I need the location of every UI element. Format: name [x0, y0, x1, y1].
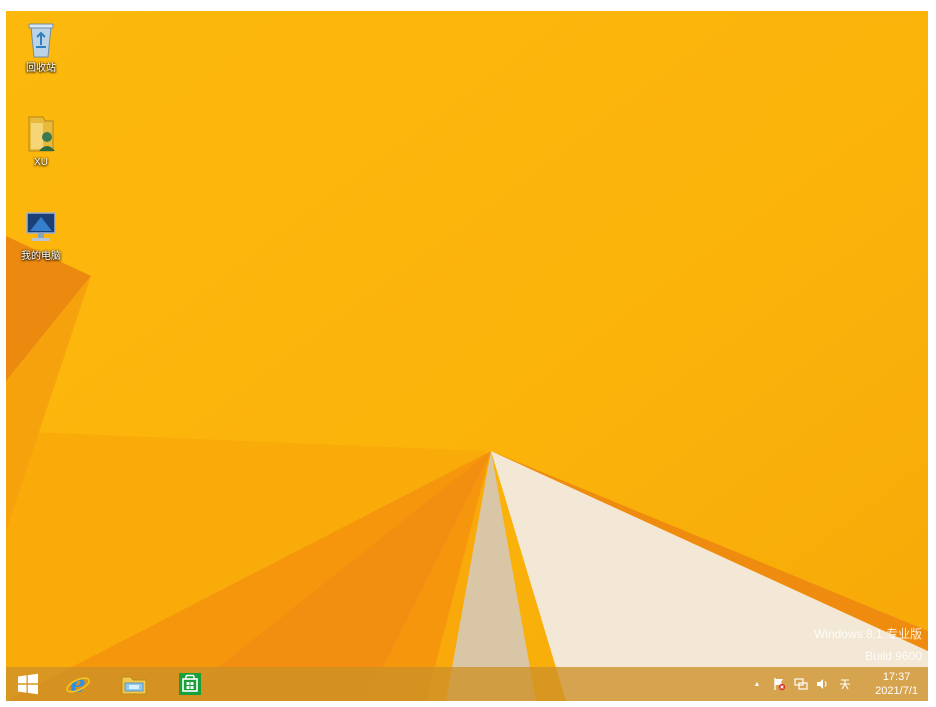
network-icon[interactable] [793, 676, 809, 692]
store-button[interactable] [172, 669, 208, 699]
desktop-icon-label: XU [34, 157, 48, 168]
windows-start-icon [18, 673, 38, 695]
svg-text:e: e [70, 671, 85, 697]
user-folder-icon [28, 116, 55, 152]
desktop-screen: 回收站 XU 我的电脑 Windows 8.1 专业版 Build 9600 e… [6, 11, 928, 701]
desktop-icon-label: 回收站 [26, 63, 56, 74]
os-version-watermark: Windows 8.1 专业版 [813, 627, 922, 641]
taskbar: e ▲ 17:37 2021/7/1 [6, 667, 928, 701]
desktop-icon-user-folder[interactable]: XU [8, 113, 74, 169]
computer-icon [26, 212, 56, 241]
wallpaper [6, 11, 928, 701]
desktop-icon-computer[interactable]: 我的电脑 [8, 207, 74, 263]
file-explorer-button[interactable] [116, 669, 152, 699]
internet-explorer-button[interactable]: e [60, 669, 96, 699]
show-hidden-icons-chevron-icon[interactable]: ▲ [749, 676, 765, 692]
input-method-icon[interactable] [837, 676, 853, 692]
clock-time: 17:37 [882, 671, 911, 683]
file-explorer-icon [121, 676, 147, 695]
clock-date: 2021/7/1 [875, 685, 918, 697]
recycle-bin-icon [28, 23, 54, 58]
os-build-watermark: Build 9600 [865, 649, 922, 663]
start-button[interactable] [10, 669, 46, 699]
store-icon [179, 673, 201, 695]
volume-icon[interactable] [815, 676, 831, 692]
desktop-icon-recycle-bin[interactable]: 回收站 [8, 19, 74, 75]
taskbar-clock[interactable]: 17:37 2021/7/1 [875, 670, 918, 698]
system-tray: ▲ [746, 667, 856, 701]
action-center-flag-icon[interactable] [771, 676, 787, 692]
internet-explorer-icon: e [66, 671, 90, 697]
desktop-icon-label: 我的电脑 [21, 251, 61, 262]
